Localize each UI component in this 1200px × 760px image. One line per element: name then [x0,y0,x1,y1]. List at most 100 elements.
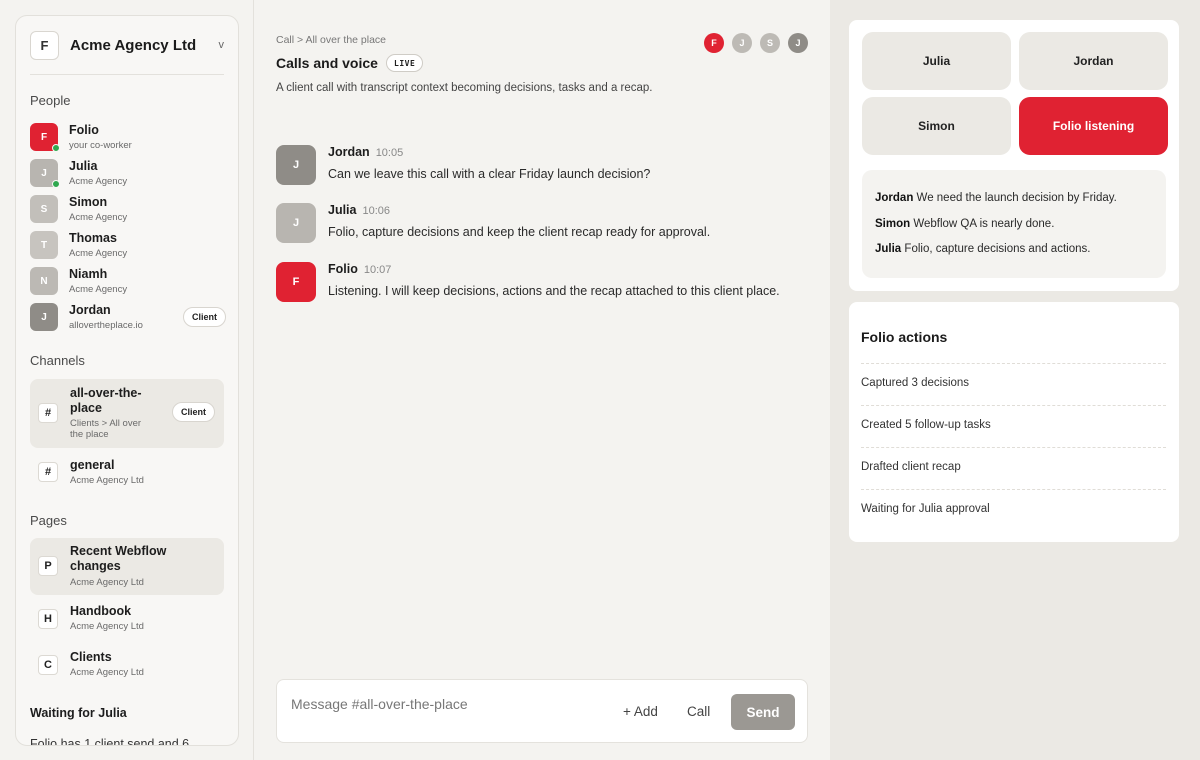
message: F Folio 10:07 Listening. I will keep deci… [276,262,806,322]
participant-tile-simon[interactable]: Simon [862,97,1011,155]
action-item[interactable]: Waiting for Julia approval [861,489,1166,531]
avatar: J [276,145,316,185]
page-icon: C [38,655,58,675]
folio-actions-title: Folio actions [861,329,948,345]
waiting-title: Waiting for Julia [30,706,127,720]
chevron-down-icon: v [218,39,225,51]
page-recent-webflow-changes[interactable]: P Recent Webflow changes Acme Agency Ltd [30,538,224,595]
message-text: Folio, capture decisions and keep the cl… [328,225,711,239]
right-panel: Julia Jordan Simon Folio listening Jorda… [830,0,1200,760]
participant-avatar[interactable]: J [732,33,752,53]
participant-tile-julia[interactable]: Julia [862,32,1011,90]
message-time: 10:07 [363,264,392,276]
page-title: Handbook [70,604,132,618]
page-description: A client call with transcript context be… [276,82,653,94]
page-icon: P [38,556,58,576]
participant-avatar[interactable]: F [704,33,724,53]
page-subtitle: Acme Agency Ltd [70,577,144,588]
message-author: Jordan 10:05 [328,145,403,159]
avatar: F [276,262,316,302]
online-status-icon [52,144,60,152]
participant-avatar[interactable]: J [788,33,808,53]
avatar: N [30,267,58,295]
person-subtitle: your co-worker [69,140,132,151]
sidebar-person-simon[interactable]: S Simon Acme Agency [30,195,225,227]
chat-main: Call > All over the place Calls and voic… [254,0,830,760]
message-input[interactable]: Message #all-over-the-place [291,696,468,712]
avatar: T [30,231,58,259]
workspace-switcher[interactable]: F Acme Agency Ltd v [30,31,224,75]
message-author: Julia 10:06 [328,203,390,217]
message-time: 10:05 [375,147,404,159]
transcript-speaker: Simon [875,218,911,230]
breadcrumb[interactable]: Call > All over the place [276,34,386,46]
sidebar-person-jordan[interactable]: J Jordan allovertheplace.io Client [30,303,226,335]
hash-icon: # [38,462,58,482]
message-author: Folio 10:07 [328,262,391,276]
message: J Jordan 10:05 Can we leave this call wit… [276,145,806,190]
person-name: Folio [69,123,99,137]
folio-actions-card: Folio actions Captured 3 decisions Creat… [849,302,1179,542]
message-time: 10:06 [362,205,391,217]
transcript-line: Jordan We need the launch decision by Fr… [875,192,1117,204]
person-name: Thomas [69,231,117,245]
channel-general[interactable]: # general Acme Agency Ltd [30,454,224,492]
channel-subtitle: Acme Agency Ltd [70,475,144,486]
page-icon: H [38,609,58,629]
page-title-line1: Recent Webflow [70,544,167,558]
sidebar-person-thomas[interactable]: T Thomas Acme Agency [30,231,225,263]
channels-heading: Channels [30,353,85,368]
page-subtitle: Acme Agency Ltd [70,621,144,632]
transcript-text: Folio, capture decisions and actions. [904,243,1091,255]
action-item[interactable]: Drafted client recap [861,447,1166,489]
sidebar-person-niamh[interactable]: N Niamh Acme Agency [30,267,225,299]
transcript-speaker: Julia [875,243,902,255]
channel-all-over-the-place[interactable]: # all-over-the- place Clients > All over… [30,379,224,448]
pages-heading: Pages [30,513,67,528]
message-composer: Message #all-over-the-place + Add Call S… [276,679,808,743]
author-name: Jordan [328,145,370,159]
live-transcript: Jordan We need the launch decision by Fr… [862,170,1166,278]
sidebar: F Acme Agency Ltd v People F Folio your … [15,15,239,746]
channel-subtitle-line2: the place [70,429,109,440]
person-name: Simon [69,195,108,209]
send-button[interactable]: Send [731,694,795,730]
participant-avatar[interactable]: S [760,33,780,53]
author-name: Folio [328,262,358,276]
author-name: Julia [328,203,357,217]
channel-title-line1: all-over-the- [70,386,142,400]
participant-avatars: F J S J [704,33,808,53]
action-item[interactable]: Captured 3 decisions [861,363,1166,405]
online-status-icon [52,180,60,188]
action-item[interactable]: Created 5 follow-up tasks [861,405,1166,447]
participant-tile-jordan[interactable]: Jordan [1019,32,1168,90]
transcript-line: Julia Folio, capture decisions and actio… [875,243,1090,255]
person-name: Niamh [69,267,108,281]
live-badge: LIVE [386,54,424,72]
add-button[interactable]: + Add [623,704,658,719]
page-handbook[interactable]: H Handbook Acme Agency Ltd [30,599,224,639]
avatar: S [30,195,58,223]
call-card: Julia Jordan Simon Folio listening Jorda… [849,20,1179,291]
avatar: J [30,303,58,331]
page-title-line2: changes [70,559,121,573]
person-subtitle: Acme Agency [69,248,128,259]
avatar: J [276,203,316,243]
person-subtitle: Acme Agency [69,212,128,223]
page-title: Calls and voice [276,55,378,71]
people-heading: People [30,93,71,108]
page-clients[interactable]: C Clients Acme Agency Ltd [30,645,224,685]
call-button[interactable]: Call [687,704,710,719]
message: J Julia 10:06 Folio, capture decisions an… [276,203,806,248]
participant-tile-folio[interactable]: Folio listening [1019,97,1168,155]
left-column: F Acme Agency Ltd v People F Folio your … [0,0,254,760]
transcript-text: Webflow QA is nearly done. [913,218,1055,230]
sidebar-person-julia[interactable]: J Julia Acme Agency [30,159,225,191]
channel-title-line2: place [70,401,102,415]
person-subtitle: Acme Agency [69,176,128,187]
channel-subtitle-line1: Clients > All over [70,418,142,429]
sidebar-person-folio[interactable]: F Folio your co-worker [30,123,225,155]
channel-title: general [70,458,115,472]
workspace-name: Acme Agency Ltd [70,37,197,54]
transcript-line: Simon Webflow QA is nearly done. [875,218,1054,230]
